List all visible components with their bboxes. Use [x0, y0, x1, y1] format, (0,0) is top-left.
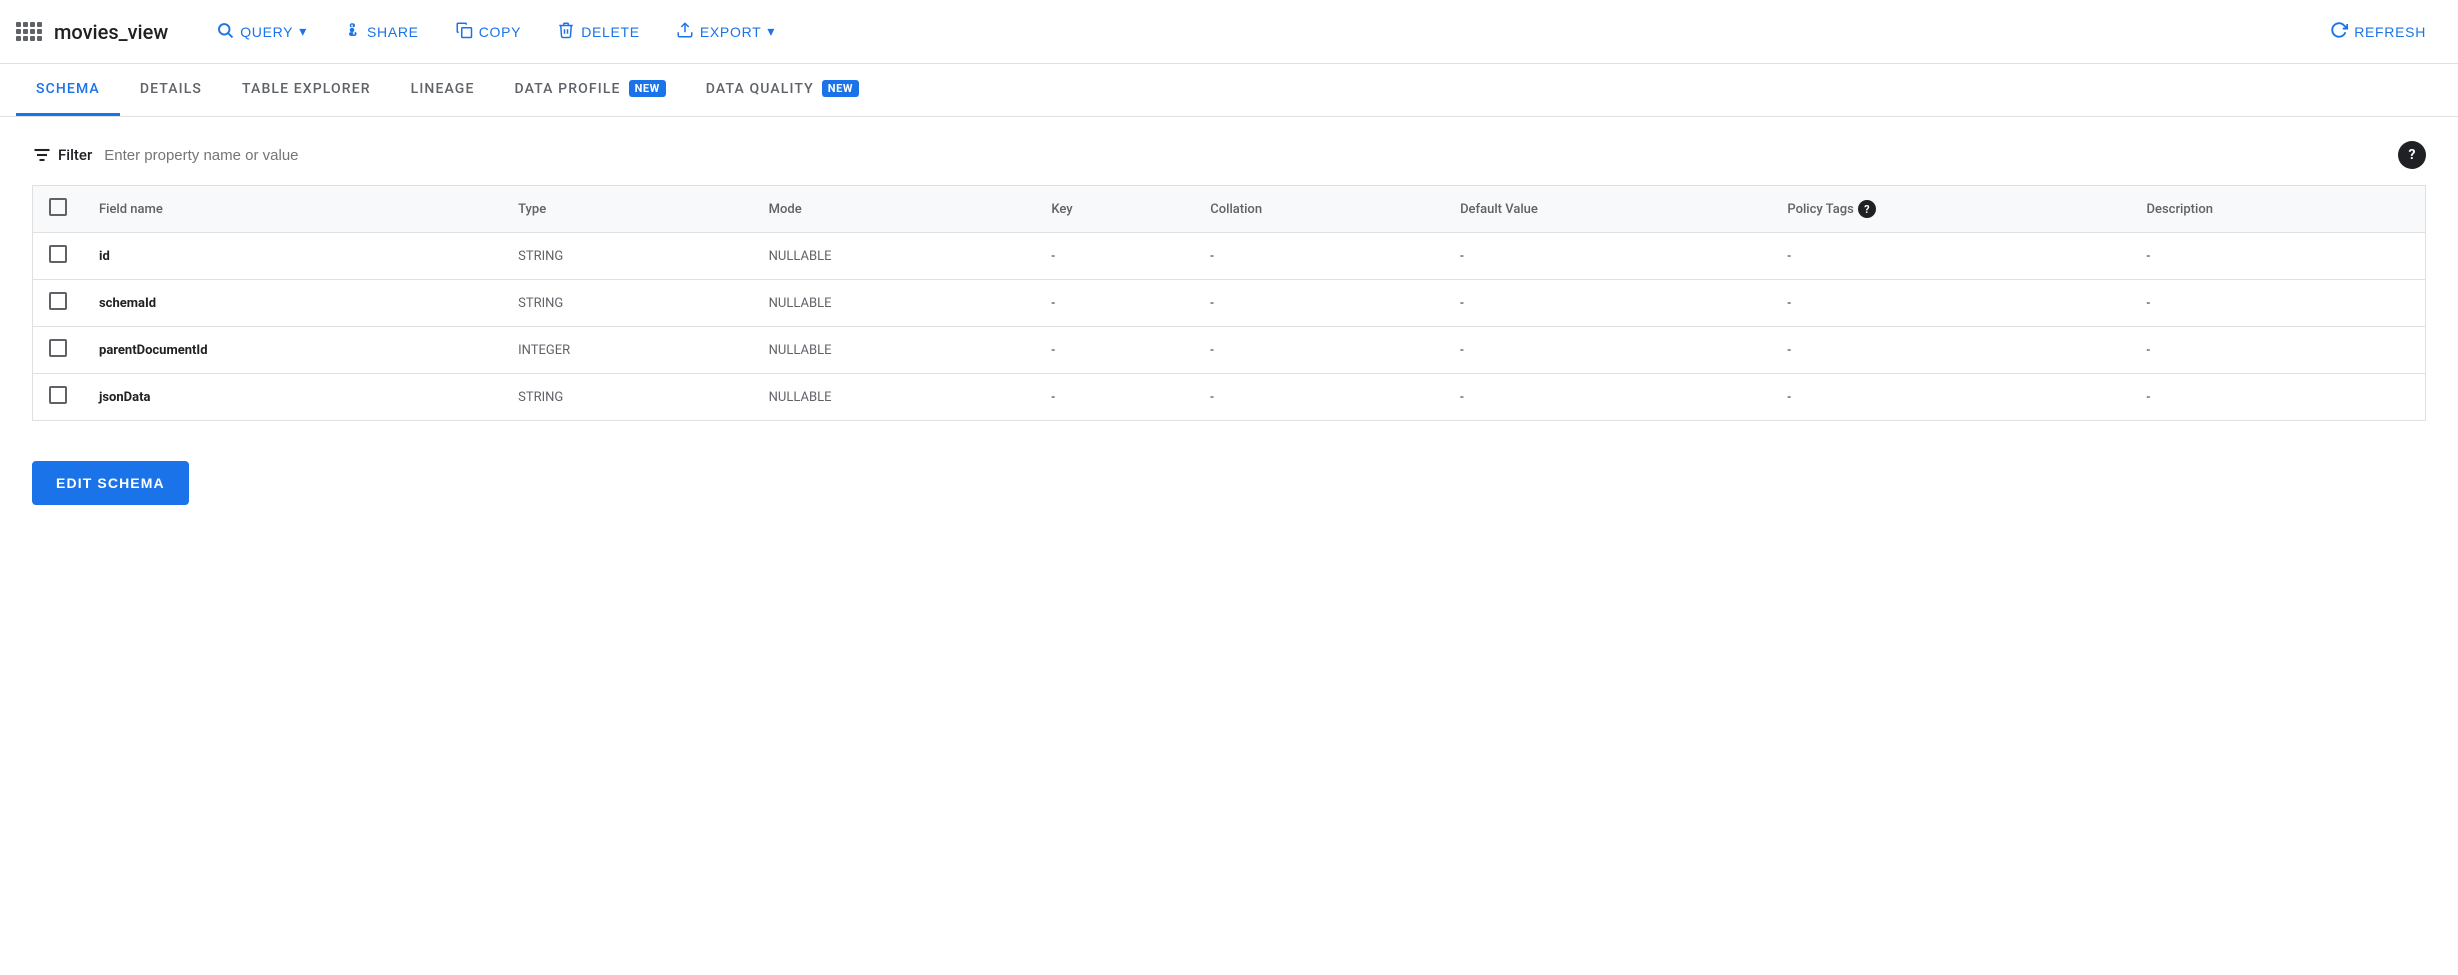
- row-policy-tags: -: [1771, 374, 2130, 421]
- row-collation: -: [1194, 327, 1444, 374]
- table-row: parentDocumentId INTEGER NULLABLE - - - …: [33, 327, 2426, 374]
- export-icon: [676, 21, 694, 42]
- row-checkbox[interactable]: [33, 280, 84, 327]
- header-default-value: Default Value: [1444, 186, 1771, 233]
- export-arrow-icon: ▾: [767, 23, 775, 40]
- row-description: -: [2131, 233, 2426, 280]
- row-description: -: [2131, 374, 2426, 421]
- row-field-name: jsonData: [83, 374, 502, 421]
- row-type: INTEGER: [502, 327, 753, 374]
- share-icon: [343, 21, 361, 42]
- row-policy-tags: -: [1771, 233, 2130, 280]
- filter-help-icon[interactable]: ?: [2398, 141, 2426, 169]
- row-default-value: -: [1444, 233, 1771, 280]
- row-key: -: [1035, 280, 1194, 327]
- row-type: STRING: [502, 374, 753, 421]
- row-description: -: [2131, 280, 2426, 327]
- filter-input[interactable]: [104, 147, 2386, 164]
- row-select-checkbox[interactable]: [49, 339, 67, 357]
- row-checkbox[interactable]: [33, 327, 84, 374]
- delete-icon: [557, 21, 575, 42]
- row-type: STRING: [502, 280, 753, 327]
- refresh-button[interactable]: REFRESH: [2314, 13, 2442, 50]
- table-row: jsonData STRING NULLABLE - - - - -: [33, 374, 2426, 421]
- header-checkbox[interactable]: [33, 186, 84, 233]
- row-mode: NULLABLE: [753, 327, 1036, 374]
- row-default-value: -: [1444, 327, 1771, 374]
- query-button[interactable]: QUERY ▾: [200, 13, 323, 50]
- table-row: schemaId STRING NULLABLE - - - - -: [33, 280, 2426, 327]
- toolbar-actions: QUERY ▾ SHARE COPY: [200, 13, 2442, 50]
- page-title: movies_view: [54, 20, 168, 44]
- row-collation: -: [1194, 374, 1444, 421]
- row-field-name: id: [83, 233, 502, 280]
- header-description: Description: [2131, 186, 2426, 233]
- row-field-name: schemaId: [83, 280, 502, 327]
- header-collation: Collation: [1194, 186, 1444, 233]
- export-button[interactable]: EXPORT ▾: [660, 13, 791, 50]
- tab-data-profile[interactable]: DATA PROFILE NEW: [495, 64, 686, 116]
- delete-button[interactable]: DELETE: [541, 13, 656, 50]
- row-default-value: -: [1444, 374, 1771, 421]
- header-mode: Mode: [753, 186, 1036, 233]
- row-policy-tags: -: [1771, 280, 2130, 327]
- header-key: Key: [1035, 186, 1194, 233]
- row-mode: NULLABLE: [753, 280, 1036, 327]
- row-collation: -: [1194, 233, 1444, 280]
- tab-lineage[interactable]: LINEAGE: [391, 65, 495, 116]
- row-collation: -: [1194, 280, 1444, 327]
- row-checkbox[interactable]: [33, 233, 84, 280]
- filter-bar: Filter ?: [32, 141, 2426, 169]
- row-select-checkbox[interactable]: [49, 292, 67, 310]
- toolbar: movies_view QUERY ▾ SHARE: [0, 0, 2458, 64]
- refresh-icon: [2330, 21, 2348, 42]
- row-policy-tags: -: [1771, 327, 2130, 374]
- row-mode: NULLABLE: [753, 233, 1036, 280]
- share-button[interactable]: SHARE: [327, 13, 435, 50]
- row-select-checkbox[interactable]: [49, 386, 67, 404]
- schema-table: Field name Type Mode Key Collation Defau…: [32, 185, 2426, 421]
- header-policy-tags: Policy Tags ?: [1771, 186, 2130, 233]
- tab-details[interactable]: DETAILS: [120, 65, 222, 116]
- row-type: STRING: [502, 233, 753, 280]
- query-icon: [216, 21, 234, 42]
- grid-icon: [16, 22, 42, 41]
- header-field-name: Field name: [83, 186, 502, 233]
- header-type: Type: [502, 186, 753, 233]
- row-mode: NULLABLE: [753, 374, 1036, 421]
- row-key: -: [1035, 374, 1194, 421]
- row-default-value: -: [1444, 280, 1771, 327]
- row-key: -: [1035, 327, 1194, 374]
- table-row: id STRING NULLABLE - - - - -: [33, 233, 2426, 280]
- policy-tags-help-icon[interactable]: ?: [1858, 200, 1876, 218]
- select-all-checkbox[interactable]: [49, 198, 67, 216]
- row-key: -: [1035, 233, 1194, 280]
- row-field-name: parentDocumentId: [83, 327, 502, 374]
- row-select-checkbox[interactable]: [49, 245, 67, 263]
- filter-label: Filter: [32, 145, 92, 165]
- copy-button[interactable]: COPY: [439, 13, 537, 50]
- tab-table-explorer[interactable]: TABLE EXPLORER: [222, 65, 391, 116]
- table-header-row: Field name Type Mode Key Collation Defau…: [33, 186, 2426, 233]
- copy-icon: [455, 21, 473, 42]
- tab-data-quality[interactable]: DATA QUALITY NEW: [686, 64, 879, 116]
- edit-schema-button[interactable]: EDIT SCHEMA: [32, 461, 189, 505]
- tabs-bar: SCHEMA DETAILS TABLE EXPLORER LINEAGE DA…: [0, 64, 2458, 117]
- data-quality-badge: NEW: [822, 80, 859, 97]
- tab-schema[interactable]: SCHEMA: [16, 65, 120, 116]
- row-description: -: [2131, 327, 2426, 374]
- data-profile-badge: NEW: [629, 80, 666, 97]
- query-arrow-icon: ▾: [299, 23, 307, 40]
- schema-content: Filter ? Field name Type Mode Key Collat…: [0, 117, 2458, 529]
- row-checkbox[interactable]: [33, 374, 84, 421]
